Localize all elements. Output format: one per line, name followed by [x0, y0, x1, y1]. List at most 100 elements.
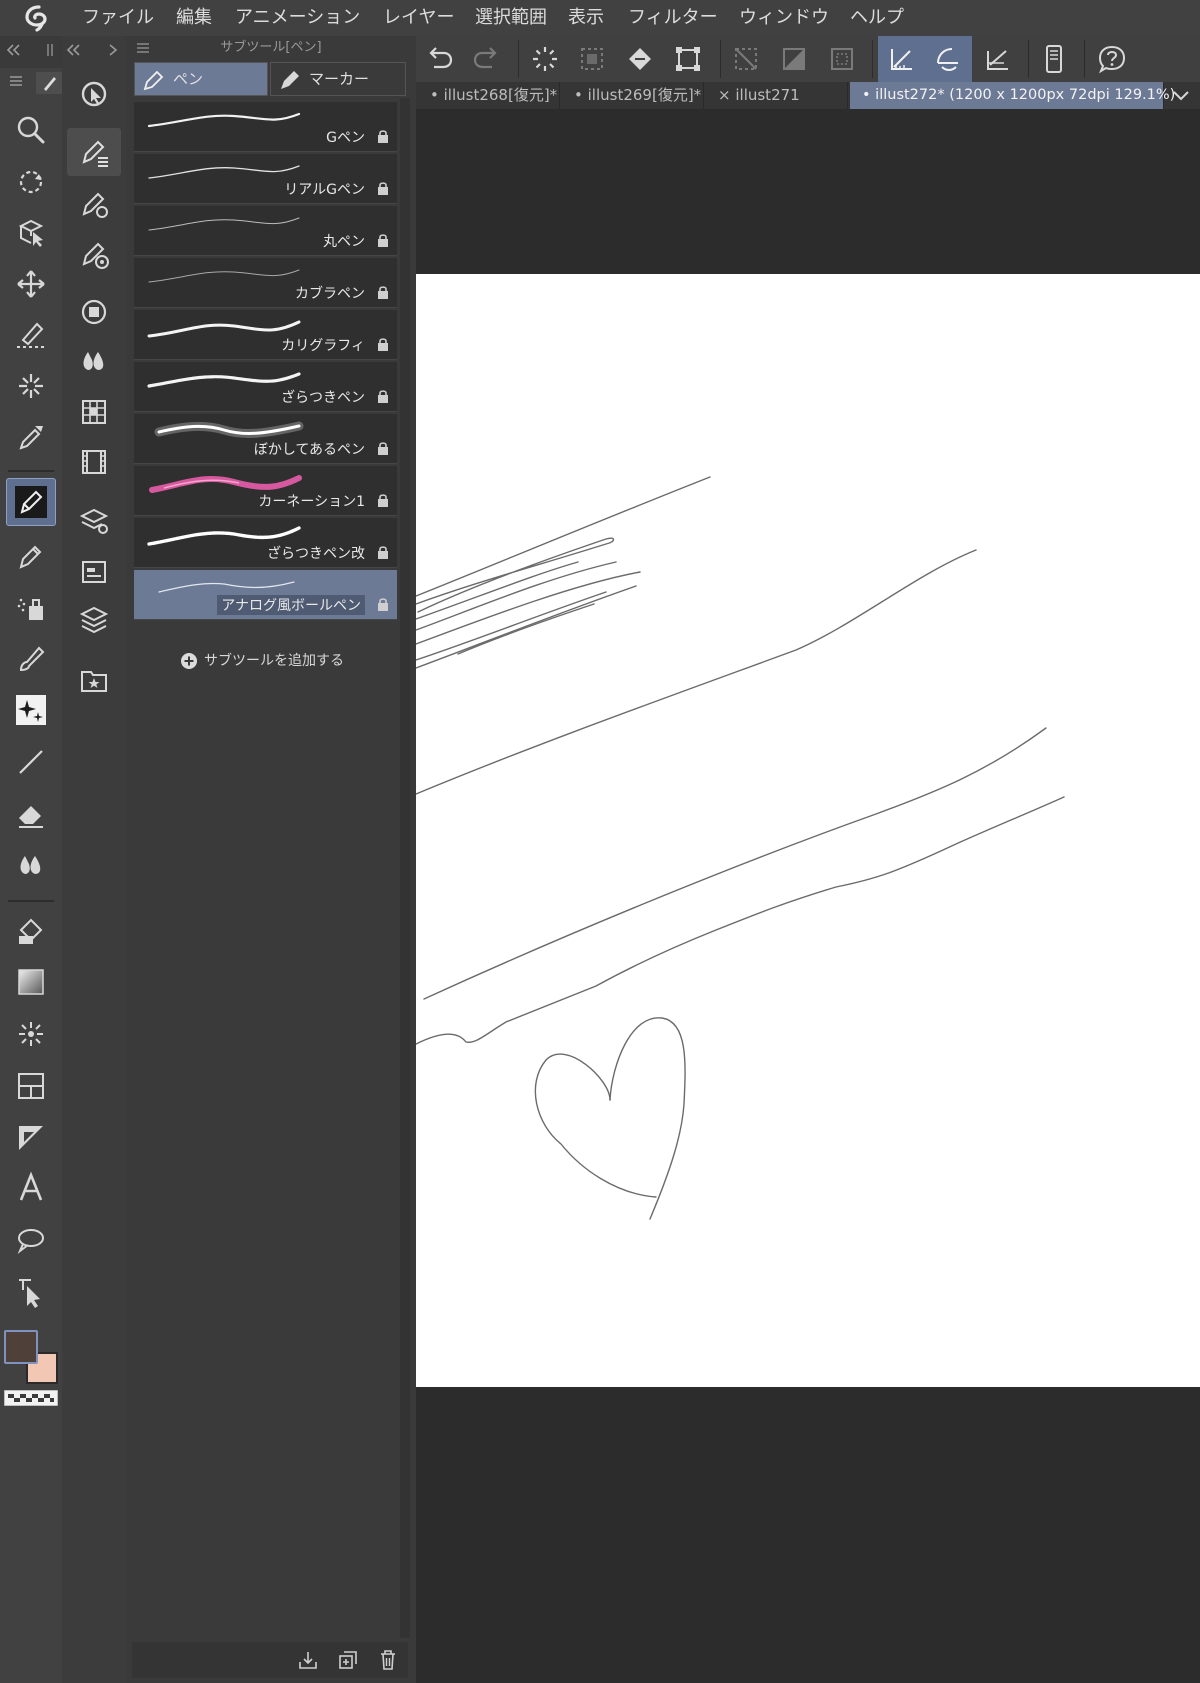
timeline-icon[interactable]	[76, 444, 112, 480]
tab-pen-label: ペン	[173, 70, 204, 88]
brush-item[interactable]: ざらつきペン	[134, 362, 397, 412]
selection-pen-icon[interactable]	[13, 316, 49, 352]
material-folder-icon[interactable]	[76, 662, 112, 698]
lock-icon	[378, 494, 388, 507]
main-color-swatch[interactable]	[4, 1330, 38, 1364]
figure-tool-icon[interactable]	[13, 1016, 49, 1052]
lock-icon	[378, 286, 388, 299]
duplicate-icon[interactable]	[336, 1648, 360, 1672]
help-icon[interactable]	[1094, 41, 1130, 77]
correct-line-icon[interactable]	[13, 1274, 49, 1310]
tab-label: illust272* (1200 x 1200px 72dpi 129.1%)	[875, 87, 1176, 103]
decoration-tool-icon[interactable]	[13, 692, 49, 728]
brush-name: カブラペン	[295, 286, 365, 302]
pen-subtool-group-icon[interactable]	[76, 134, 112, 170]
brush-item[interactable]: ぼかしてあるペン	[134, 414, 397, 464]
brush-item[interactable]: カリグラフィ	[134, 310, 397, 360]
rotate-view-icon[interactable]	[13, 164, 49, 200]
menu-layer[interactable]: レイヤー	[383, 0, 454, 36]
zoom-icon[interactable]	[13, 112, 49, 148]
operation-icon[interactable]	[76, 76, 112, 112]
fill-tool-icon[interactable]	[13, 912, 49, 948]
brush-item[interactable]: カブラペン	[134, 258, 397, 308]
redo-icon[interactable]	[468, 41, 504, 77]
pen-target-icon[interactable]	[76, 236, 112, 272]
add-subtool-button[interactable]: サブツールを追加する	[180, 648, 344, 674]
move-tool-icon[interactable]	[13, 266, 49, 302]
menu-file[interactable]: ファイル	[82, 0, 154, 36]
tab-dot-icon: •	[574, 86, 583, 104]
brush-item-selected[interactable]: アナログ風ボールペン	[134, 570, 397, 620]
panel-grip-icon[interactable]	[44, 42, 58, 58]
tab-dot-icon: •	[862, 87, 871, 103]
tab-marker[interactable]: マーカー	[270, 62, 406, 96]
layer-search-icon[interactable]	[76, 554, 112, 590]
navigator-icon[interactable]	[76, 294, 112, 330]
snap-grid-icon[interactable]	[980, 41, 1016, 77]
undo-icon[interactable]	[422, 41, 458, 77]
brush-item[interactable]: 丸ペン	[134, 206, 397, 256]
pencil-tool-icon[interactable]	[13, 538, 49, 574]
trash-icon[interactable]	[376, 1648, 400, 1672]
smartphone-connect-icon[interactable]	[1036, 41, 1072, 77]
collapse-left-icon[interactable]	[64, 42, 82, 58]
tab-close-icon[interactable]: ×	[718, 86, 731, 104]
loading-spinner-icon[interactable]	[527, 41, 563, 77]
transform-selection-icon[interactable]	[574, 41, 610, 77]
brush-item[interactable]: Gペン	[134, 102, 397, 152]
deselect-icon[interactable]	[824, 41, 860, 77]
pen-tool-icon[interactable]	[13, 484, 49, 520]
transparent-color-icon[interactable]	[4, 1390, 58, 1406]
tab-illust269[interactable]: • illust269[復元]*	[562, 82, 704, 109]
collapse-left-icon[interactable]	[4, 42, 22, 58]
ruler-tool-icon[interactable]	[13, 1120, 49, 1156]
line-tool-icon[interactable]	[13, 744, 49, 780]
menu-edit[interactable]: 編集	[176, 0, 212, 36]
tab-illust272[interactable]: • illust272* (1200 x 1200px 72dpi 129.1%…	[850, 82, 1175, 109]
color-mix-icon[interactable]	[76, 344, 112, 380]
menu-filter[interactable]: フィルター	[628, 0, 718, 36]
tool-separator	[8, 470, 54, 472]
import-icon[interactable]	[296, 1648, 320, 1672]
text-tool-icon[interactable]	[13, 1170, 49, 1206]
clear-outside-selection-icon[interactable]	[728, 41, 764, 77]
color-set-icon[interactable]	[76, 394, 112, 430]
brush-item[interactable]: カーネーション1	[134, 466, 397, 516]
balloon-tool-icon[interactable]	[13, 1222, 49, 1258]
brush-name: ざらつきペン	[281, 390, 365, 406]
menu-animation[interactable]: アニメーション	[235, 0, 360, 36]
object-tool-icon[interactable]	[13, 214, 49, 250]
tool-menu-icon[interactable]	[6, 72, 26, 90]
magic-wand-icon[interactable]	[13, 368, 49, 404]
invert-selection-icon[interactable]	[776, 41, 812, 77]
app-logo-icon[interactable]	[24, 4, 54, 32]
menu-window[interactable]: ウィンドウ	[739, 0, 829, 36]
snap-ruler-icon[interactable]	[884, 41, 920, 77]
menu-view[interactable]: 表示	[568, 0, 604, 36]
tab-pen[interactable]: ペン	[134, 62, 268, 96]
frame-border-icon[interactable]	[13, 1068, 49, 1104]
layers-icon[interactable]	[76, 602, 112, 638]
brush-item[interactable]: リアルGペン	[134, 154, 397, 204]
fill-icon[interactable]	[622, 41, 658, 77]
eraser-tool-icon[interactable]	[13, 796, 49, 832]
tool-tab-pen-icon[interactable]	[36, 72, 62, 94]
blend-tool-icon[interactable]	[13, 848, 49, 884]
airbrush-tool-icon[interactable]	[13, 590, 49, 626]
tab-list-chevron-down-icon[interactable]	[1170, 86, 1192, 104]
tab-illust271[interactable]: × illust271	[706, 82, 848, 109]
pen-settings-icon[interactable]	[76, 186, 112, 222]
eyedropper-icon[interactable]	[13, 418, 49, 454]
expand-right-icon[interactable]	[106, 42, 120, 58]
tab-illust268[interactable]: • illust268[復元]*	[418, 82, 560, 109]
menu-selection[interactable]: 選択範囲	[475, 0, 547, 36]
layer-property-icon[interactable]	[76, 504, 112, 540]
panel-scrollbar[interactable]	[400, 98, 410, 1638]
menu-help[interactable]: ヘルプ	[850, 0, 904, 36]
drawing-canvas[interactable]	[416, 274, 1200, 1387]
brush-item[interactable]: ざらつきペン改	[134, 518, 397, 568]
gradient-tool-icon[interactable]	[13, 964, 49, 1000]
snap-special-ruler-icon[interactable]	[930, 41, 966, 77]
transform-icon[interactable]	[670, 41, 706, 77]
brush-tool-icon[interactable]	[13, 640, 49, 676]
